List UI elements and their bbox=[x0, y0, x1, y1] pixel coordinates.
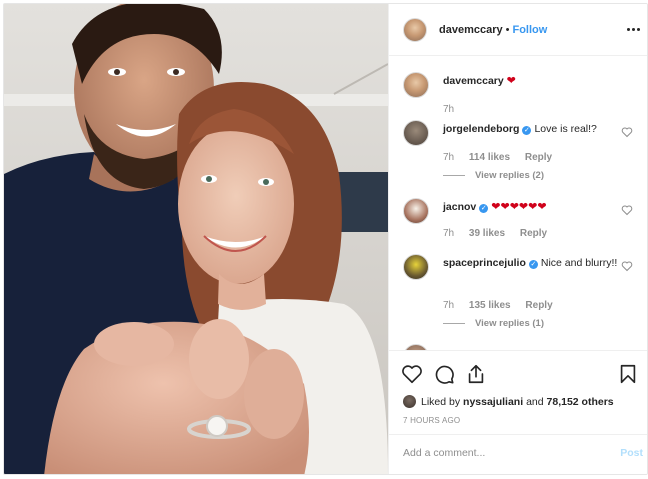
comment-username[interactable]: jacnov bbox=[443, 201, 476, 213]
liked-by-and: and bbox=[526, 395, 544, 408]
comment-time[interactable]: 7h bbox=[443, 152, 454, 163]
view-replies-label: View replies (2) bbox=[475, 170, 544, 181]
add-comment-bar: Add a comment... Post bbox=[389, 434, 647, 474]
comment-body: davemccary ❤ bbox=[443, 74, 619, 88]
post-side-panel: davemccary • Follow davemccary ❤ 7h jorg… bbox=[388, 4, 647, 474]
avatar[interactable] bbox=[403, 17, 427, 42]
verified-badge-icon: ✓ bbox=[528, 260, 538, 269]
like-comment-icon[interactable] bbox=[621, 126, 633, 138]
comment-body: jorgelendeborg ✓ Love is real!? bbox=[443, 122, 619, 136]
comment-body: jacnov ✓ ❤❤❤❤❤❤ bbox=[443, 200, 619, 214]
view-replies-label: View replies (1) bbox=[475, 318, 544, 329]
comment-time[interactable]: 7h bbox=[443, 228, 454, 239]
heart-emojis: ❤❤❤❤❤❤ bbox=[491, 201, 547, 213]
comment-meta: 7h bbox=[443, 104, 466, 115]
comment-list[interactable]: davemccary ❤ 7h jorgelendeborg ✓ Love is r… bbox=[389, 56, 647, 350]
follow-button[interactable]: Follow bbox=[512, 24, 547, 36]
avatar[interactable] bbox=[403, 254, 429, 280]
comment-username[interactable]: davemccary bbox=[443, 75, 504, 87]
comment-likes[interactable]: 114 likes bbox=[469, 152, 510, 163]
comment-time[interactable]: 7h bbox=[443, 104, 454, 115]
share-icon[interactable] bbox=[465, 363, 487, 385]
post-header: davemccary • Follow bbox=[389, 4, 647, 56]
comment-body: spaceprincejulio ✓ Nice and blurry!! bbox=[443, 256, 619, 270]
author-username[interactable]: davemccary bbox=[439, 24, 503, 36]
avatar[interactable] bbox=[403, 120, 429, 146]
avatar[interactable] bbox=[403, 72, 429, 98]
comment-username[interactable]: jorgelendeborg bbox=[443, 123, 519, 135]
bookmark-icon[interactable] bbox=[617, 363, 639, 385]
engagement-photo-illustration bbox=[4, 4, 388, 474]
liker-avatar[interactable] bbox=[403, 395, 416, 408]
reply-button[interactable]: Reply bbox=[520, 228, 547, 239]
liked-by-prefix: Liked by bbox=[421, 395, 461, 408]
liker-username[interactable]: nyssajuliani bbox=[463, 396, 523, 408]
instagram-post-modal: davemccary • Follow davemccary ❤ 7h jorg… bbox=[3, 3, 648, 475]
heart-emoji: ❤ bbox=[506, 75, 516, 87]
post-photo[interactable] bbox=[4, 4, 388, 474]
comment-likes[interactable]: 135 likes bbox=[469, 300, 511, 311]
comment-username[interactable]: spaceprincejulio bbox=[443, 257, 526, 269]
avatar[interactable] bbox=[403, 198, 429, 224]
post-button[interactable]: Post bbox=[620, 447, 643, 459]
comment-meta: 7h 114 likes Reply bbox=[443, 152, 552, 163]
likes-summary: Liked by nyssajuliani and 78,152 others bbox=[403, 395, 614, 408]
post-actions: Liked by nyssajuliani and 78,152 others … bbox=[389, 350, 647, 434]
comment-time[interactable]: 7h bbox=[443, 300, 454, 311]
post-timestamp[interactable]: 7 HOURS AGO bbox=[403, 416, 460, 425]
comment-meta: 7h 135 likes Reply bbox=[443, 300, 553, 311]
reply-button[interactable]: Reply bbox=[525, 152, 552, 163]
like-comment-icon[interactable] bbox=[621, 204, 633, 216]
reply-button[interactable]: Reply bbox=[525, 300, 552, 311]
comment-meta: 7h 39 likes Reply bbox=[443, 228, 547, 239]
likes-count[interactable]: 78,152 others bbox=[547, 396, 614, 408]
comment-icon[interactable] bbox=[433, 363, 455, 385]
comment-input[interactable]: Add a comment... bbox=[403, 447, 603, 459]
header-separator: • bbox=[505, 23, 510, 36]
comment-likes[interactable]: 39 likes bbox=[469, 228, 505, 239]
heart-icon[interactable] bbox=[401, 363, 423, 385]
more-options-icon[interactable] bbox=[625, 22, 641, 36]
view-replies-button[interactable]: View replies (2) bbox=[443, 170, 544, 181]
comment-text: Love is real!? bbox=[534, 123, 597, 135]
verified-badge-icon: ✓ bbox=[522, 126, 532, 135]
comment-text: Nice and blurry!! bbox=[540, 257, 618, 269]
verified-badge-icon: ✓ bbox=[479, 204, 489, 213]
view-replies-button[interactable]: View replies (1) bbox=[443, 318, 544, 329]
like-comment-icon[interactable] bbox=[621, 260, 633, 272]
